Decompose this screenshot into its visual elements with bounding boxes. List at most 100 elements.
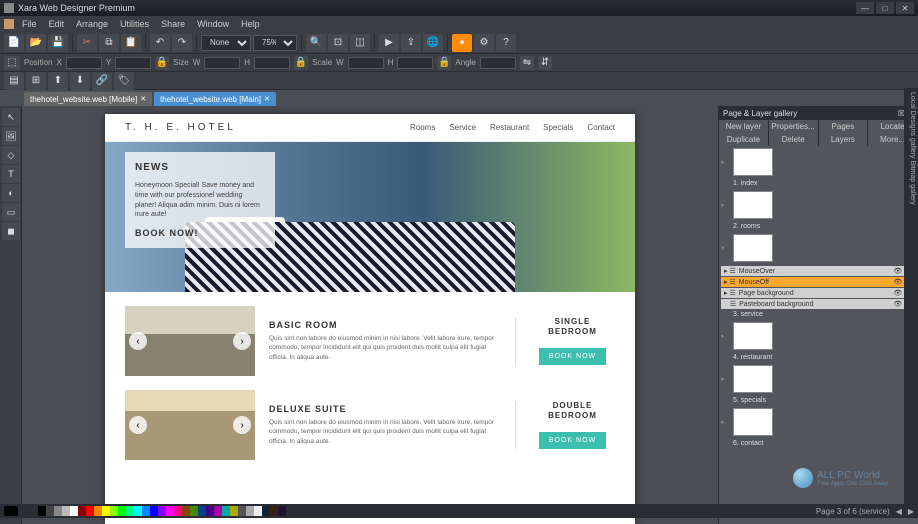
- color-swatch[interactable]: [62, 506, 70, 516]
- minimize-button[interactable]: —: [856, 2, 874, 14]
- color-swatch[interactable]: [102, 506, 110, 516]
- layers-button[interactable]: Layers: [819, 133, 869, 146]
- nav-specials[interactable]: Specials: [543, 123, 573, 132]
- color-swatch[interactable]: [222, 506, 230, 516]
- color-swatch[interactable]: [126, 506, 134, 516]
- size-w-input[interactable]: [204, 57, 240, 69]
- carousel-prev-icon[interactable]: ‹: [129, 416, 147, 434]
- close-tab-icon[interactable]: ✕: [264, 95, 270, 103]
- lock-pos-icon[interactable]: 🔒: [155, 56, 169, 70]
- front-icon[interactable]: ⬆: [48, 72, 68, 90]
- redo-button[interactable]: ↷: [172, 34, 192, 52]
- color-swatch[interactable]: [190, 506, 198, 516]
- group-icon[interactable]: ⊞: [26, 72, 46, 90]
- color-swatch[interactable]: [70, 506, 78, 516]
- open-button[interactable]: 📂: [26, 34, 46, 52]
- menu-help[interactable]: Help: [235, 19, 266, 29]
- color-swatch[interactable]: [150, 506, 158, 516]
- fill-tool[interactable]: ◐: [2, 184, 20, 202]
- nav-rooms[interactable]: Rooms: [410, 123, 435, 132]
- nav-service[interactable]: Service: [449, 123, 476, 132]
- color-swatch[interactable]: [254, 506, 262, 516]
- export-button[interactable]: ⇪: [401, 34, 421, 52]
- maximize-button[interactable]: □: [876, 2, 894, 14]
- new-button[interactable]: 📄: [4, 34, 24, 52]
- menu-file[interactable]: File: [16, 19, 43, 29]
- color-swatch[interactable]: [246, 506, 254, 516]
- undo-button[interactable]: ↶: [150, 34, 170, 52]
- lock-size-icon[interactable]: 🔒: [294, 56, 308, 70]
- flip-v-icon[interactable]: ⇵: [538, 56, 552, 70]
- menu-edit[interactable]: Edit: [43, 19, 71, 29]
- copy-button[interactable]: ⧉: [99, 34, 119, 52]
- color-swatch[interactable]: [230, 506, 238, 516]
- book-button[interactable]: BOOK NOW: [539, 348, 606, 365]
- pos-y-input[interactable]: [115, 57, 151, 69]
- flip-h-icon[interactable]: ⇋: [520, 56, 534, 70]
- swatch-icon[interactable]: [4, 506, 18, 516]
- expand-icon[interactable]: ▸: [721, 418, 729, 426]
- delete-button[interactable]: Delete: [769, 133, 819, 146]
- layer-row[interactable]: ▸ ☰MouseOver👁🔒: [721, 266, 916, 276]
- color-swatch[interactable]: [262, 506, 270, 516]
- color-swatch[interactable]: [54, 506, 62, 516]
- page-next-icon[interactable]: ▶: [908, 507, 914, 516]
- paste-button[interactable]: 📋: [121, 34, 141, 52]
- photo-tool[interactable]: 🖼: [2, 127, 20, 145]
- zoom-fit-button[interactable]: ⊡: [328, 34, 348, 52]
- expand-icon[interactable]: ▸: [721, 375, 729, 383]
- book-button[interactable]: BOOK NOW: [539, 432, 606, 449]
- color-swatch[interactable]: [118, 506, 126, 516]
- page-thumb[interactable]: ▸: [721, 148, 916, 176]
- selector-tool[interactable]: ↖: [2, 108, 20, 126]
- expand-icon[interactable]: ▾: [721, 244, 729, 252]
- layer-row[interactable]: ☰Pasteboard background👁🔒: [721, 299, 916, 309]
- menu-arrange[interactable]: Arrange: [70, 19, 114, 29]
- page-thumb[interactable]: ▸: [721, 365, 916, 393]
- properties-button[interactable]: Properties...: [769, 120, 819, 133]
- color-swatch[interactable]: [38, 506, 46, 516]
- expand-icon[interactable]: ▸: [721, 158, 729, 166]
- visibility-icon[interactable]: 👁: [893, 278, 902, 286]
- rectangle-tool[interactable]: ▭: [2, 203, 20, 221]
- shadow-tool[interactable]: ◼: [2, 222, 20, 240]
- new-layer-button[interactable]: New layer: [719, 120, 769, 133]
- color-swatch[interactable]: [182, 506, 190, 516]
- scale-w-input[interactable]: [348, 57, 384, 69]
- color-swatch[interactable]: [110, 506, 118, 516]
- back-icon[interactable]: ⬇: [70, 72, 90, 90]
- save-button[interactable]: 💾: [48, 34, 68, 52]
- page-thumb[interactable]: ▾: [721, 234, 916, 262]
- expand-icon[interactable]: ▸: [721, 201, 729, 209]
- text-tool[interactable]: T: [2, 165, 20, 183]
- style-select[interactable]: None: [201, 35, 251, 51]
- menu-utilities[interactable]: Utilities: [114, 19, 155, 29]
- hero-cta[interactable]: BOOK NOW!: [135, 228, 265, 238]
- options-button[interactable]: ⚙: [474, 34, 494, 52]
- nav-contact[interactable]: Contact: [587, 123, 615, 132]
- color-swatch[interactable]: [78, 506, 86, 516]
- carousel-prev-icon[interactable]: ‹: [129, 332, 147, 350]
- color-swatch[interactable]: [278, 506, 286, 516]
- color-swatch[interactable]: [94, 506, 102, 516]
- visibility-icon[interactable]: 👁: [893, 289, 902, 297]
- menu-window[interactable]: Window: [191, 19, 235, 29]
- close-tab-icon[interactable]: ✕: [140, 95, 146, 103]
- zoom-select[interactable]: 75%: [253, 35, 297, 51]
- cut-button[interactable]: ✂: [77, 34, 97, 52]
- layer-row[interactable]: ▸ ☰Page background👁🔒: [721, 288, 916, 298]
- layer-row[interactable]: ▸ ☰MouseOff👁🔒: [721, 277, 916, 287]
- close-button[interactable]: ✕: [896, 2, 914, 14]
- collapsed-galleries[interactable]: Local Designs gallery Bitmap gallery: [904, 88, 918, 506]
- zoom-page-button[interactable]: ◫: [350, 34, 370, 52]
- carousel-next-icon[interactable]: ›: [233, 332, 251, 350]
- tab-mobile[interactable]: thehotel_website.web [Mobile] ✕: [24, 92, 152, 106]
- scale-h-input[interactable]: [397, 57, 433, 69]
- align-icon[interactable]: ▤: [4, 72, 24, 90]
- select-mode-icon[interactable]: ⬚: [4, 56, 20, 70]
- duplicate-button[interactable]: Duplicate: [719, 133, 769, 146]
- carousel-next-icon[interactable]: ›: [233, 416, 251, 434]
- color-button[interactable]: ●: [452, 34, 472, 52]
- color-swatch[interactable]: [174, 506, 182, 516]
- shape-tool[interactable]: ◇: [2, 146, 20, 164]
